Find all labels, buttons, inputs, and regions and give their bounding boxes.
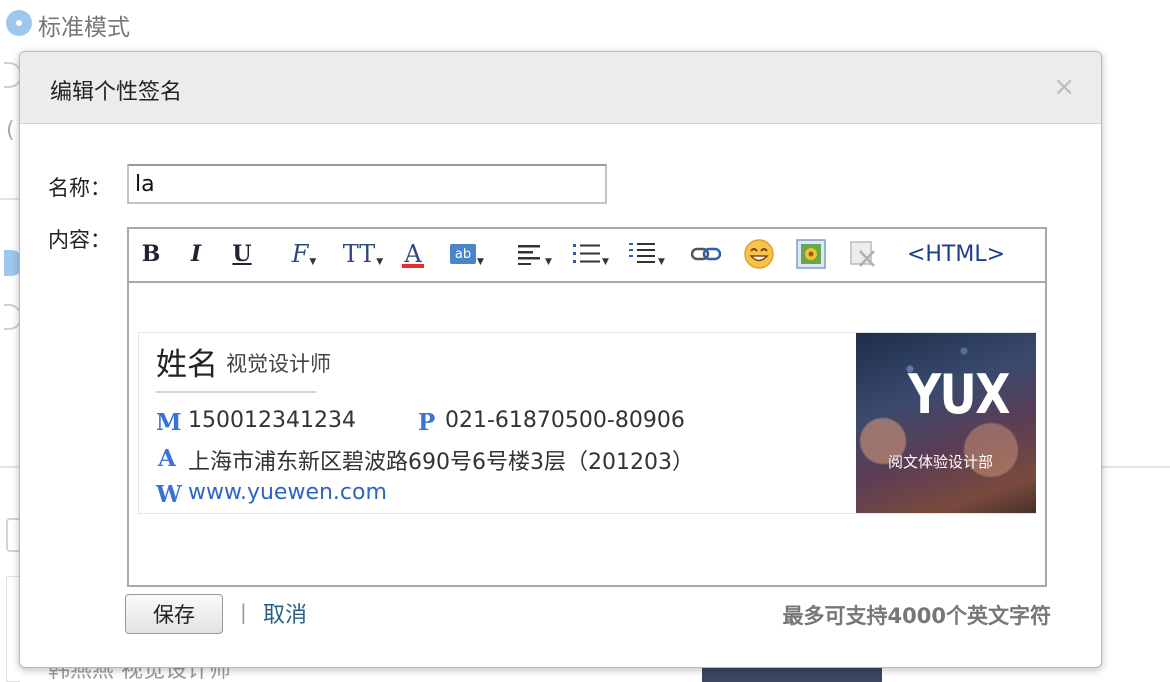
dialog-title: 编辑个性签名 — [50, 80, 183, 105]
web-key: W — [156, 481, 182, 508]
font-color-button[interactable]: A — [393, 237, 433, 271]
chevron-down-icon: ▼ — [376, 257, 384, 267]
edit-signature-dialog: 编辑个性签名 × 名称： 内容： B I U F▼ TT▼ A ab▼ ▼ — [19, 51, 1102, 668]
cancel-link[interactable]: 取消 — [263, 597, 307, 629]
underline-button[interactable]: U — [229, 237, 255, 271]
standard-mode-radio[interactable] — [6, 10, 32, 36]
signature-card: 姓名 视觉设计师 M 150012341234 P 021-61870500-8… — [138, 332, 1036, 514]
editor-toolbar: B I U F ▼ TT ▼ A ab ▼ ▼ ▼ ▼ <HTML> — [129, 229, 1045, 283]
chevron-down-icon: ▼ — [309, 257, 317, 267]
italic-button[interactable]: I — [184, 237, 208, 271]
close-icon[interactable]: × — [1053, 74, 1075, 100]
standard-mode-label: 标准模式 — [38, 15, 130, 41]
signature-name: 姓名 — [156, 347, 218, 383]
website-link[interactable]: www.yuewen.com — [188, 480, 387, 505]
font-family-button[interactable]: F ▼ — [284, 237, 324, 271]
chevron-down-icon: ▼ — [602, 257, 609, 267]
content-label: 内容： — [48, 228, 111, 252]
align-left-icon — [518, 245, 541, 265]
divider — [0, 198, 20, 200]
team-logo-title: YUX — [908, 363, 1010, 426]
link-button[interactable] — [689, 237, 723, 271]
mobile-number: 150012341234 — [188, 408, 356, 433]
name-label: 名称： — [48, 176, 111, 200]
emoji-button[interactable] — [741, 237, 777, 271]
phone-number: 021-61870500-80906 — [445, 408, 685, 433]
editor-content-area[interactable]: 姓名 视觉设计师 M 150012341234 P 021-61870500-8… — [129, 285, 1045, 585]
dialog-header: 编辑个性签名 × — [20, 52, 1101, 124]
clear-format-button[interactable] — [845, 237, 881, 271]
name-input[interactable] — [127, 164, 607, 204]
bullet-list-button[interactable]: ▼ — [569, 237, 613, 271]
align-button[interactable]: ▼ — [515, 237, 555, 271]
chevron-down-icon: ▼ — [477, 257, 484, 267]
font-family-icon: F — [291, 240, 309, 268]
action-separator: | — [240, 600, 247, 624]
team-logo-caption: 阅文体验设计部 — [888, 453, 994, 471]
signature-preview-panel — [6, 576, 20, 682]
background-color-icon: ab — [450, 244, 477, 264]
indent-icon — [629, 243, 656, 263]
background-input[interactable] — [6, 518, 20, 552]
address-key: A — [158, 445, 176, 472]
background-color-button[interactable]: ab ▼ — [447, 237, 487, 271]
chevron-down-icon: ▼ — [545, 257, 552, 267]
team-logo-image: YUX 阅文体验设计部 — [856, 333, 1036, 513]
bullet-list-icon — [573, 244, 601, 263]
signature-preview-image — [702, 666, 882, 682]
phone-key: P — [418, 409, 436, 436]
address-text: 上海市浦东新区碧波路690号6号楼3层（201203） — [188, 450, 694, 475]
insert-image-button[interactable] — [793, 237, 829, 271]
link-icon — [691, 247, 721, 261]
save-button[interactable]: 保存 — [125, 594, 223, 634]
background-paren: ( — [6, 118, 15, 143]
signature-divider — [156, 391, 316, 393]
color-bar — [402, 264, 424, 268]
character-limit-note: 最多可支持4000个英文字符 — [782, 604, 1051, 628]
mobile-key: M — [156, 409, 182, 436]
smiley-icon — [744, 239, 774, 269]
font-size-button[interactable]: TT ▼ — [341, 237, 385, 271]
bold-button[interactable]: B — [139, 237, 163, 271]
rich-text-editor: B I U F ▼ TT ▼ A ab ▼ ▼ ▼ ▼ <HTML> 姓名 视觉… — [127, 227, 1047, 587]
indent-button[interactable]: ▼ — [625, 237, 669, 271]
image-icon — [796, 239, 826, 269]
font-size-icon: TT — [342, 240, 376, 268]
chevron-down-icon: ▼ — [658, 257, 665, 267]
clear-format-icon — [850, 241, 875, 267]
signature-role: 视觉设计师 — [226, 352, 331, 376]
html-mode-button[interactable]: <HTML> — [901, 237, 1011, 271]
